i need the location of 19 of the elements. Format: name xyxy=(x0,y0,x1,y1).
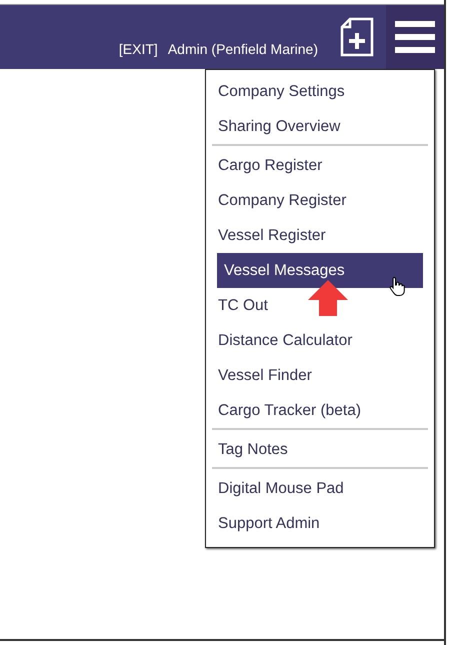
exit-link[interactable]: [EXIT] xyxy=(118,41,158,57)
menu-item[interactable]: Digital Mouse Pad xyxy=(206,471,434,506)
menu-item[interactable]: Tag Notes xyxy=(206,432,434,467)
menu-item[interactable]: Support Admin xyxy=(206,506,434,541)
user-name: Admin (Penfield Marine) xyxy=(168,41,318,57)
menu-item[interactable]: Cargo Register xyxy=(206,148,434,183)
new-document-icon[interactable] xyxy=(340,17,374,57)
menu-item[interactable]: Distance Calculator xyxy=(206,323,434,358)
menu-item[interactable]: Sharing Overview xyxy=(206,109,434,144)
menu-item[interactable]: Cargo Tracker (beta) xyxy=(206,393,434,428)
arrow-icon xyxy=(306,280,350,316)
menu-item[interactable]: Company Register xyxy=(206,183,434,218)
menu-item[interactable]: Vessel Finder xyxy=(206,358,434,393)
hand-cursor-icon xyxy=(389,276,405,296)
menu-icon[interactable] xyxy=(395,20,435,54)
menu-item[interactable]: TC Out xyxy=(206,288,434,323)
menu-item[interactable]: Vessel Messages xyxy=(217,253,423,288)
menu-item[interactable]: Company Settings xyxy=(206,74,434,109)
menu-item[interactable]: Vessel Register xyxy=(206,218,434,253)
